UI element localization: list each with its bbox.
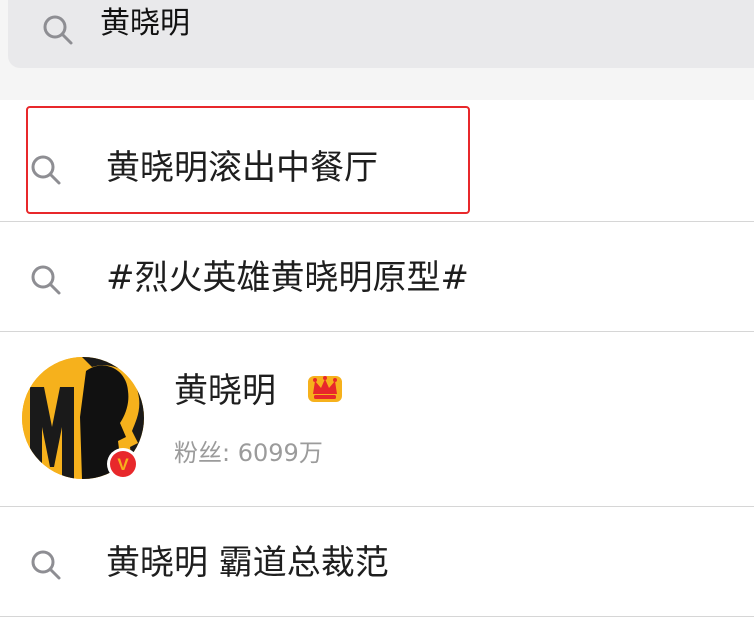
- suggestion-text: #烈火英雄黄晓明原型#: [106, 258, 469, 298]
- suggestion-text: 黄晓明 霸道总裁范: [106, 543, 389, 583]
- search-bar[interactable]: 黄晓明: [8, 0, 754, 68]
- suggestion-text: 黄晓明滚出中餐厅: [106, 148, 378, 188]
- crown-icon: [304, 368, 346, 408]
- suggestion-item[interactable]: 黄晓明滚出中餐厅: [0, 112, 754, 222]
- user-result[interactable]: V 黄晓明 粉丝: 6099万: [0, 332, 754, 507]
- fans-count: 粉丝: 6099万: [174, 436, 323, 470]
- search-icon: [38, 10, 78, 50]
- search-results: 黄晓明滚出中餐厅 #烈火英雄黄晓明原型# V 黄晓明 粉丝: 6099万 黄晓明…: [0, 112, 754, 617]
- suggestion-item[interactable]: 黄晓明 霸道总裁范: [0, 507, 754, 617]
- verified-badge-text: V: [117, 455, 129, 474]
- search-query[interactable]: 黄晓明: [100, 4, 190, 44]
- verified-badge-icon: V: [105, 446, 141, 482]
- search-header: 黄晓明: [0, 0, 754, 100]
- fans-label: 粉丝:: [174, 439, 231, 467]
- search-icon: [26, 545, 66, 585]
- suggestion-item[interactable]: #烈火英雄黄晓明原型#: [0, 222, 754, 332]
- user-name[interactable]: 黄晓明: [174, 368, 276, 414]
- search-icon: [26, 150, 66, 190]
- search-icon: [26, 260, 66, 300]
- fans-value: 6099万: [237, 439, 323, 467]
